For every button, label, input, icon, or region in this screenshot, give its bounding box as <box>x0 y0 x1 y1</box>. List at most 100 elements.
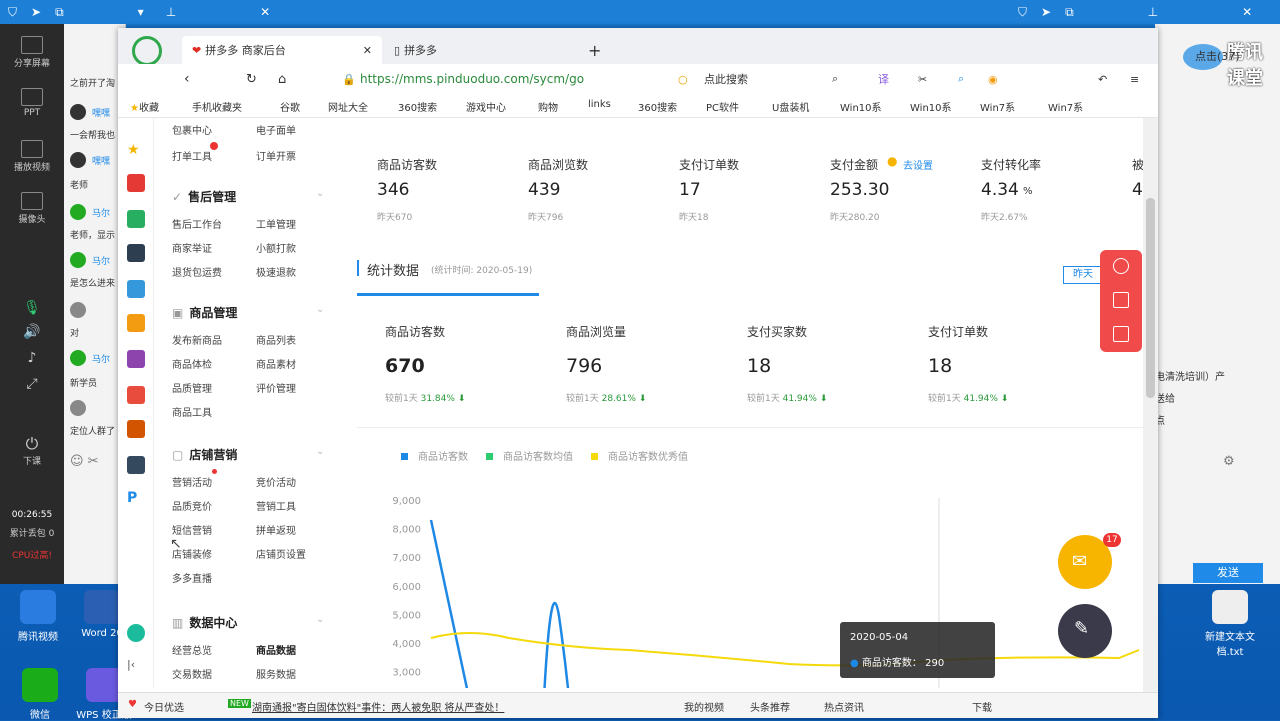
shield-icon[interactable]: ⛉ <box>8 5 17 20</box>
close-icon[interactable]: ✕ <box>260 5 270 19</box>
nav-section-aftersale[interactable]: ✓ 售后管理 <box>172 188 236 205</box>
warning-icon[interactable] <box>1113 326 1129 342</box>
nav-item[interactable]: 商家举证 <box>172 240 212 255</box>
url-field[interactable]: https://mms.pinduoduo.com/sycm/go <box>360 72 584 86</box>
nav-item[interactable]: 拼单返现 <box>256 522 296 537</box>
game-icon[interactable] <box>127 350 145 368</box>
nav-item[interactable]: 极速退款 <box>256 264 296 279</box>
nav-item[interactable]: 营销工具 <box>256 498 296 513</box>
window-controls-left[interactable]: ⛉ ➤ ⧉ ▾ ⊥ ✕ <box>8 5 270 20</box>
nav-item[interactable]: 短信营销 <box>172 522 212 537</box>
bookmark-favorites[interactable]: ★收藏 <box>130 99 159 114</box>
legend-item[interactable]: 商品访客数优秀值 <box>591 448 688 463</box>
game-icon[interactable] <box>127 456 145 474</box>
mic-icon[interactable]: 🎙 <box>0 300 64 316</box>
doc-icon[interactable] <box>127 280 145 298</box>
bookmark[interactable]: 手机收藏夹 <box>192 99 242 114</box>
nav-item[interactable]: 营销活动 <box>172 474 212 489</box>
add-icon[interactable] <box>127 624 145 642</box>
tab-close-icon[interactable]: ✕ <box>363 44 372 57</box>
app-icon[interactable] <box>127 244 145 262</box>
weibo-icon[interactable] <box>127 174 145 192</box>
mail-icon[interactable] <box>127 210 145 228</box>
external-icon[interactable]: ⧉ <box>55 5 64 20</box>
nav-section-marketing[interactable]: ▢ 店铺营销 <box>172 446 237 463</box>
bookmark[interactable]: 谷歌 <box>280 99 300 114</box>
music-icon[interactable]: ♪ <box>0 350 64 366</box>
status-item[interactable]: 头条推荐 <box>750 699 790 714</box>
chevron-down-icon[interactable]: ⌄ <box>316 614 324 625</box>
chevron-down-icon[interactable]: ⌄ <box>316 188 324 199</box>
share-screen-button[interactable]: 分享屏幕 <box>0 36 64 69</box>
nav-item[interactable]: 经营总览 <box>172 642 212 657</box>
desktop-icon[interactable]: 微信 <box>10 668 70 721</box>
status-item[interactable]: 热点资讯 <box>824 699 864 714</box>
search-input[interactable]: 点此搜索 <box>704 71 748 87</box>
fullscreen-icon[interactable]: ⤢ <box>0 376 64 392</box>
nav-item[interactable]: 小额打款 <box>256 240 296 255</box>
external-icon[interactable]: ⧉ <box>1065 5 1074 20</box>
nav-item[interactable]: 商品体检 <box>172 356 212 371</box>
pin-icon[interactable]: ⊥ <box>1148 5 1158 19</box>
home-icon[interactable]: ⌂ <box>278 72 286 87</box>
cut-icon[interactable]: ✂ <box>918 73 927 86</box>
end-class-button[interactable]: ⏻ 下课 <box>0 434 64 467</box>
nav-item[interactable]: 店铺页设置 <box>256 546 306 561</box>
settings-icon[interactable]: ⚙ <box>1223 454 1235 469</box>
nav-item[interactable]: 服务数据 <box>256 666 296 681</box>
nav-item[interactable]: 商品素材 <box>256 356 296 371</box>
nav-item[interactable]: 品质竞价 <box>172 498 212 513</box>
chat-icon[interactable] <box>1113 258 1129 274</box>
nav-item[interactable]: 售后工作台 <box>172 216 222 231</box>
bookmark[interactable]: 购物 <box>538 99 558 114</box>
translate-icon[interactable]: 译 <box>878 71 889 87</box>
search-icon[interactable]: ⌕ <box>832 72 838 86</box>
new-tab-button[interactable]: + <box>578 36 611 64</box>
bookmark[interactable]: 360搜索 <box>398 99 437 114</box>
metric-card[interactable]: 商品浏览量 796 较前1天 28.61% ⬇ <box>538 293 718 423</box>
chevron-down-icon[interactable]: ⌄ <box>316 446 324 457</box>
game-icon[interactable] <box>127 420 145 438</box>
tab-pdd[interactable]: ▯ 拼多多 <box>384 36 574 64</box>
edit-icon[interactable] <box>1113 292 1129 308</box>
window-controls-right[interactable]: ⛉ ➤ ⧉ ⊥ ✕ <box>1018 5 1252 20</box>
nav-item[interactable]: 订单开票 <box>256 148 296 163</box>
desktop-icon[interactable]: 腾讯视频 <box>8 590 68 643</box>
chevron-down-icon[interactable]: ⌄ <box>316 304 324 315</box>
speaker-icon[interactable]: 🔊 <box>0 324 64 340</box>
nav-item[interactable]: 退货包运费 <box>172 264 222 279</box>
bookmark[interactable]: 游戏中心 <box>466 99 506 114</box>
bookmark[interactable]: U盘装机 <box>772 99 809 114</box>
nav-item[interactable]: 包裹中心 <box>172 122 212 137</box>
nav-section-data[interactable]: ▥ 数据中心 <box>172 614 237 631</box>
shield-icon[interactable]: ⛉ <box>1018 5 1027 20</box>
nav-item[interactable]: 多多直播 <box>172 570 212 585</box>
metric-card[interactable]: 商品访客数 670 较前1天 31.84% ⬇ <box>357 293 537 423</box>
status-item[interactable]: 我的视频 <box>684 699 724 714</box>
metric-card[interactable]: 支付买家数 18 较前1天 41.94% ⬇ <box>719 293 899 423</box>
desktop-icon[interactable]: 新建文本文档.txt <box>1200 590 1260 658</box>
bookmark[interactable]: links <box>588 99 611 110</box>
search-icon[interactable]: ⌕ <box>958 72 964 86</box>
camera-button[interactable]: 摄像头 <box>0 192 64 225</box>
bookmark[interactable]: PC软件 <box>706 99 739 114</box>
video-icon[interactable] <box>127 386 145 404</box>
feedback-button[interactable]: ✎ <box>1058 604 1112 658</box>
nav-item-active[interactable]: 商品数据 <box>256 642 296 657</box>
scrollbar[interactable] <box>1143 118 1158 692</box>
bookmark[interactable]: 360搜索 <box>638 99 677 114</box>
share-icon[interactable]: ➤ <box>31 5 41 19</box>
nav-item[interactable]: 评价管理 <box>256 380 296 395</box>
novel-icon[interactable] <box>127 314 145 332</box>
undo-icon[interactable]: ↶ <box>1098 73 1107 86</box>
nav-item[interactable]: 商品工具 <box>172 404 212 419</box>
dropdown-icon[interactable]: ▾ <box>138 5 144 19</box>
reload-icon[interactable]: ↻ <box>246 72 257 87</box>
nav-item[interactable]: 工单管理 <box>256 216 296 231</box>
menu-icon[interactable]: ≡ <box>1130 73 1139 86</box>
back-icon[interactable]: ‹ <box>184 71 190 87</box>
metric-card[interactable]: 支付订单数 18 较前1天 41.94% ⬇ <box>900 293 1080 423</box>
legend-item[interactable]: 商品访客数 <box>401 448 468 463</box>
ppt-button[interactable]: PPT <box>0 88 64 118</box>
close-icon[interactable]: ✕ <box>1242 5 1252 19</box>
